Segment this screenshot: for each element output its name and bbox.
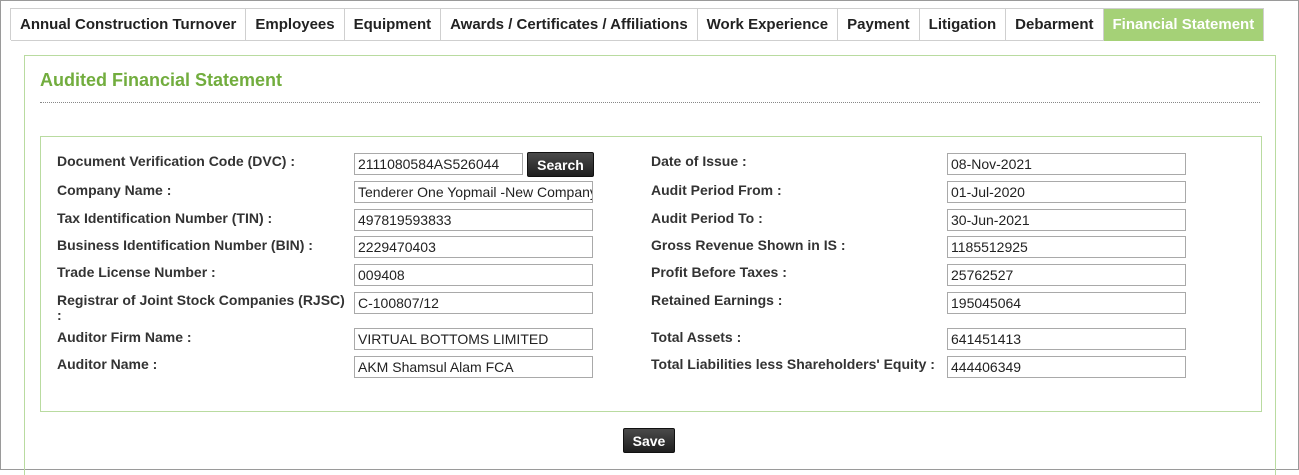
- bin-input[interactable]: 2229470403: [354, 236, 593, 258]
- tab-bar: Annual Construction Turnover Employees E…: [10, 8, 1265, 41]
- tab-payment[interactable]: Payment: [838, 9, 920, 41]
- tab-financial-statement[interactable]: Financial Statement: [1103, 9, 1265, 41]
- tab-litigation[interactable]: Litigation: [919, 9, 1007, 41]
- tab-equipment[interactable]: Equipment: [344, 9, 442, 41]
- audit-period-from-label: Audit Period From :: [651, 182, 782, 198]
- company-name-input[interactable]: Tenderer One Yopmail -New Company: [354, 181, 593, 203]
- auditor-name-input[interactable]: AKM Shamsul Alam FCA: [354, 356, 593, 378]
- profit-before-taxes-label: Profit Before Taxes :: [651, 264, 787, 280]
- retained-earnings-input[interactable]: 195045064: [947, 292, 1186, 314]
- trade-license-input[interactable]: 009408: [354, 264, 593, 286]
- total-liabilities-label: Total Liabilities less Shareholders' Equ…: [651, 356, 935, 372]
- company-name-label: Company Name :: [57, 182, 172, 198]
- tab-work-experience[interactable]: Work Experience: [697, 9, 839, 41]
- audit-period-from-input[interactable]: 01-Jul-2020: [947, 181, 1186, 203]
- financial-statement-panel: Audited Financial Statement Document Ver…: [24, 55, 1276, 475]
- rjsc-label-colon: :: [57, 307, 62, 323]
- financial-form: Document Verification Code (DVC) : 21110…: [40, 136, 1262, 412]
- trade-license-label: Trade License Number :: [57, 264, 216, 280]
- total-assets-label: Total Assets :: [651, 329, 742, 345]
- save-button[interactable]: Save: [623, 428, 675, 453]
- tab-debarment[interactable]: Debarment: [1006, 9, 1104, 41]
- dvc-label: Document Verification Code (DVC) :: [57, 153, 296, 169]
- rjsc-label: Registrar of Joint Stock Companies (RJSC…: [57, 292, 345, 308]
- auditor-name-label: Auditor Name :: [57, 356, 158, 372]
- tin-label: Tax Identification Number (TIN) :: [57, 210, 273, 226]
- gross-revenue-label: Gross Revenue Shown in IS :: [651, 237, 846, 253]
- tab-employees[interactable]: Employees: [246, 9, 345, 41]
- date-of-issue-input[interactable]: 08-Nov-2021: [947, 153, 1186, 175]
- search-button[interactable]: Search: [527, 152, 594, 177]
- bin-label: Business Identification Number (BIN) :: [57, 237, 313, 253]
- auditor-firm-label: Auditor Firm Name :: [57, 329, 192, 345]
- gross-revenue-input[interactable]: 1185512925: [947, 236, 1186, 258]
- date-of-issue-label: Date of Issue :: [651, 153, 747, 169]
- total-assets-input[interactable]: 641451413: [947, 328, 1186, 350]
- audit-period-to-input[interactable]: 30-Jun-2021: [947, 209, 1186, 231]
- total-liabilities-input[interactable]: 444406349: [947, 356, 1186, 378]
- auditor-firm-input[interactable]: VIRTUAL BOTTOMS LIMITED: [354, 328, 593, 350]
- audit-period-to-label: Audit Period To :: [651, 210, 763, 226]
- section-title: Audited Financial Statement: [40, 70, 283, 90]
- rjsc-input[interactable]: C-100807/12: [354, 292, 593, 314]
- dvc-input[interactable]: 2111080584AS526044: [354, 153, 523, 175]
- section-divider: [40, 102, 1260, 103]
- tab-awards-certificates-affiliations[interactable]: Awards / Certificates / Affiliations: [441, 9, 698, 41]
- retained-earnings-label: Retained Earnings :: [651, 292, 783, 308]
- profit-before-taxes-input[interactable]: 25762527: [947, 264, 1186, 286]
- tab-annual-construction-turnover[interactable]: Annual Construction Turnover: [11, 9, 247, 41]
- tin-input[interactable]: 497819593833: [354, 209, 593, 231]
